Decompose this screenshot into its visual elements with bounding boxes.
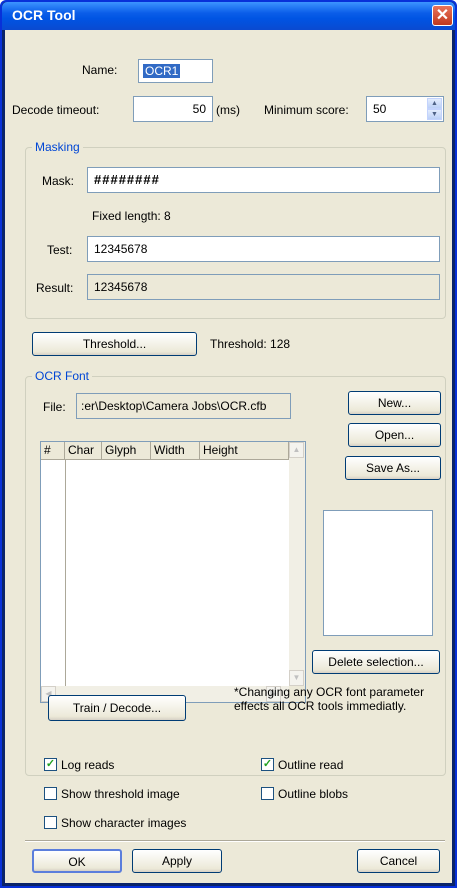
footer-separator [25,840,445,842]
test-field[interactable]: 12345678 [87,236,440,262]
threshold-text: Threshold: 128 [210,337,291,351]
column-header-width[interactable]: Width [151,442,200,460]
mask-label: Mask: [42,174,75,188]
decode-timeout-value: 50 [192,102,206,116]
column-header-glyph[interactable]: Glyph [102,442,151,460]
file-path-field: :er\Desktop\Camera Jobs\OCR.cfb [76,393,291,419]
test-label: Test: [47,243,73,257]
train-decode-button[interactable]: Train / Decode... [48,695,186,721]
result-value: 12345678 [94,280,148,294]
name-value: OCR1 [143,64,181,78]
decode-timeout-unit: (ms) [216,103,240,117]
cancel-button[interactable]: Cancel [357,849,440,873]
column-header-char[interactable]: Char [65,442,102,460]
file-path-value: :er\Desktop\Camera Jobs\OCR.cfb [81,399,267,413]
spin-up-icon: ▲ [431,100,438,107]
test-value: 12345678 [94,242,148,256]
fixed-length-text: Fixed length: 8 [92,209,171,223]
spin-down-button[interactable]: ▼ [427,109,442,120]
index-column-divider [65,460,66,686]
close-button[interactable]: ✕ [432,5,453,26]
mask-value: ######## [94,172,160,187]
window-title: OCR Tool [12,7,76,23]
delete-selection-button[interactable]: Delete selection... [312,650,440,674]
outline-blobs-label[interactable]: Outline blobs [278,787,348,801]
scroll-up-button[interactable]: ▲ [289,442,304,458]
file-label: File: [43,400,66,414]
apply-button[interactable]: Apply [132,849,222,873]
minimum-score-label: Minimum score: [264,103,349,117]
font-glyph-table[interactable]: # Char Glyph Width Height ▲ ▼ ◀ ▶ [40,441,306,703]
name-field[interactable]: OCR1 [138,59,213,83]
minimum-score-value: 50 [373,102,387,116]
decode-timeout-field[interactable]: 50 [133,96,213,122]
column-header-height[interactable]: Height [200,442,289,460]
name-label: Name: [82,63,118,77]
result-label: Result: [36,281,74,295]
new-font-button[interactable]: New... [348,391,441,415]
scroll-up-icon: ▲ [292,445,301,454]
ok-button[interactable]: OK [32,849,122,873]
outline-blobs-checkbox[interactable] [261,787,274,800]
result-field: 12345678 [87,274,440,300]
show-threshold-image-label[interactable]: Show threshold image [61,787,180,801]
show-character-images-checkbox[interactable] [44,816,57,829]
mask-field[interactable]: ######## [87,167,440,193]
dialog-body: Name: OCR1 Decode timeout: 50 (ms) Minim… [5,30,452,883]
spin-down-icon: ▼ [431,111,438,118]
show-threshold-image-checkbox[interactable] [44,787,57,800]
ocr-font-legend: OCR Font [32,369,93,383]
scroll-down-icon: ▼ [292,673,301,682]
spin-up-button[interactable]: ▲ [427,98,442,109]
ocr-tool-window: OCR Tool ✕ Name: OCR1 Decode timeout: 50… [0,0,457,888]
log-reads-checkbox[interactable]: ✓ [44,758,57,771]
log-reads-label[interactable]: Log reads [61,758,114,772]
show-character-images-label[interactable]: Show character images [61,816,186,830]
outline-read-label[interactable]: Outline read [278,758,343,772]
masking-legend: Masking [32,140,83,154]
checkmark-icon: ✓ [45,758,56,770]
threshold-button[interactable]: Threshold... [32,332,197,356]
close-icon: ✕ [435,7,450,24]
font-change-note: *Changing any OCR font parameter effects… [234,685,425,713]
outline-read-checkbox[interactable]: ✓ [261,758,274,771]
column-header-index[interactable]: # [41,442,65,460]
checkmark-icon: ✓ [262,758,273,770]
open-font-button[interactable]: Open... [348,423,441,447]
save-as-button[interactable]: Save As... [345,456,441,480]
vertical-scrollbar[interactable]: ▲ ▼ [289,442,305,686]
title-bar[interactable]: OCR Tool ✕ [2,2,455,30]
scroll-down-button[interactable]: ▼ [289,670,304,686]
glyph-preview [323,510,433,636]
decode-timeout-label: Decode timeout: [12,103,100,117]
